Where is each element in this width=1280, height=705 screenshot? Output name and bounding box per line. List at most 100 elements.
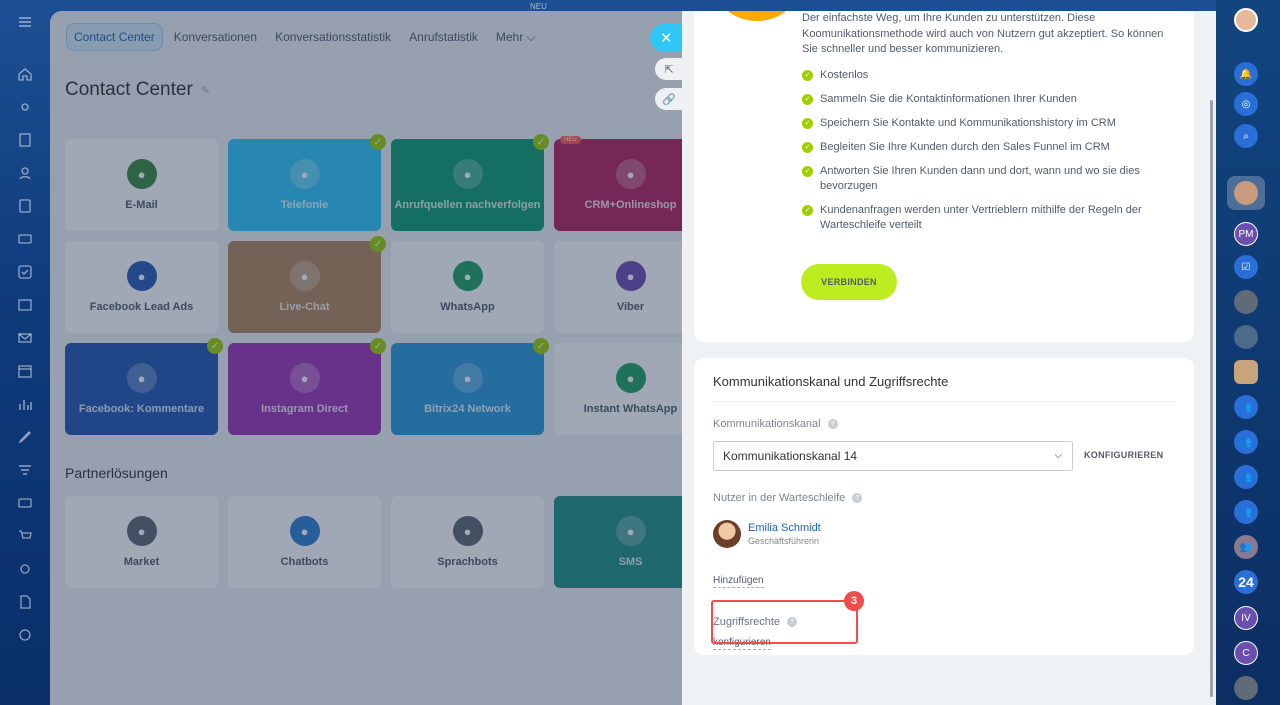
- channel-info-card: Der einfachste Weg, um Ihre Kunden zu un…: [694, 11, 1194, 342]
- channel-tile[interactable]: ● Instant WhatsApp: [554, 343, 690, 435]
- group-avatar[interactable]: [1234, 325, 1258, 349]
- channel-tile[interactable]: ● Live-Chat ✓: [228, 236, 386, 333]
- channel-tile[interactable]: ● Chatbots: [228, 496, 381, 588]
- left-rail: [0, 0, 50, 705]
- channel-tile-label: Instant WhatsApp: [583, 403, 678, 415]
- channel-tile[interactable]: ● Viber: [554, 241, 690, 333]
- help-icon[interactable]: ?: [827, 419, 838, 429]
- channel-tile[interactable]: ● Sprachbots: [391, 496, 544, 588]
- benefit-item: ✓ Sammeln Sie die Kontaktinformationen Ih…: [802, 92, 1182, 107]
- contacts-icon[interactable]: [14, 162, 36, 184]
- benefit-item: ✓ Begleiten Sie Ihre Kunden durch den Sal…: [802, 140, 1182, 155]
- crm-icon[interactable]: [14, 228, 36, 250]
- benefit-item: ✓ Antworten Sie Ihren Kunden dann und dor…: [802, 164, 1182, 194]
- channel-tile[interactable]: ● Facebook Lead Ads: [65, 241, 218, 333]
- group-icon[interactable]: 👥: [1234, 535, 1258, 559]
- channel-tile-label: WhatsApp: [440, 301, 495, 313]
- group-icon[interactable]: 👥: [1234, 500, 1258, 524]
- channel-tile[interactable]: ● Facebook: Kommentare ✓: [65, 338, 223, 435]
- channel-tile-label: Bitrix24 Network: [424, 403, 511, 415]
- target-icon[interactable]: ◎: [1234, 92, 1258, 116]
- avatar[interactable]: [1234, 676, 1258, 700]
- group-avatar[interactable]: [1234, 360, 1258, 384]
- tab-bar: Contact Center Konversationen Konversati…: [50, 11, 690, 63]
- file-icon[interactable]: [14, 591, 36, 613]
- channel-tile-label: Facebook: Kommentare: [78, 403, 205, 415]
- benefit-text: Antworten Sie Ihren Kunden dann und dort…: [820, 165, 1140, 192]
- benefit-item: ✓ Kostenlos: [802, 68, 1182, 83]
- home-icon[interactable]: [14, 63, 36, 85]
- channel-tile[interactable]: ● Market: [65, 496, 218, 588]
- add-user-link[interactable]: Hinzufügen: [713, 574, 764, 588]
- avatar-initials[interactable]: C: [1234, 641, 1258, 665]
- copy-link-icon[interactable]: 🔗: [655, 88, 683, 110]
- tab-konversationsstatistik[interactable]: Konversationsstatistik: [268, 24, 398, 50]
- tasks-icon[interactable]: [14, 129, 36, 151]
- channel-tile[interactable]: ● WhatsApp: [391, 241, 544, 333]
- channel-tile-label: Chatbots: [280, 556, 329, 568]
- page-title-text: Contact Center: [65, 79, 193, 100]
- channel-select[interactable]: Kommunikationskanal 14 ⌵: [713, 441, 1073, 471]
- group-avatar[interactable]: [1234, 290, 1258, 314]
- group-icon[interactable]: 👥: [1234, 395, 1258, 419]
- channel-description: Der einfachste Weg, um Ihre Kunden zu un…: [802, 12, 1164, 55]
- tasks-icon[interactable]: ☑: [1234, 255, 1258, 279]
- new-badge: NEU: [560, 136, 581, 144]
- channel-tile[interactable]: ● Instagram Direct ✓: [228, 338, 386, 435]
- gear-icon[interactable]: [14, 558, 36, 580]
- pen-icon[interactable]: [14, 426, 36, 448]
- avatar-initials[interactable]: PM: [1234, 222, 1258, 246]
- panel-scrollbar[interactable]: [1210, 100, 1213, 697]
- tab-mehr[interactable]: Mehr ⌵: [489, 24, 543, 51]
- avatar[interactable]: [1234, 8, 1258, 32]
- channel-select-value: Kommunikationskanal 14: [723, 449, 858, 463]
- bell-icon[interactable]: 🔔: [1234, 62, 1258, 86]
- filter-icon[interactable]: [14, 459, 36, 481]
- checkbox-icon[interactable]: [14, 261, 36, 283]
- page-title: Contact Center ✎: [65, 79, 210, 101]
- analytics-icon[interactable]: [14, 393, 36, 415]
- check-icon: ✓: [802, 205, 813, 216]
- phone-track-icon: ●: [452, 159, 483, 189]
- shop-icon: ●: [615, 159, 646, 189]
- help-icon[interactable]: ?: [852, 493, 863, 503]
- avatar[interactable]: [1234, 181, 1258, 205]
- tab-anrufstatistik[interactable]: Anrufstatistik: [402, 24, 485, 50]
- tab-konversationen[interactable]: Konversationen: [167, 24, 264, 50]
- instagram-icon: ●: [289, 363, 320, 393]
- menu-icon[interactable]: [14, 11, 36, 33]
- facebook-lead-icon: ●: [126, 261, 157, 291]
- viber-icon: ●: [615, 261, 646, 291]
- mail-icon[interactable]: [14, 327, 36, 349]
- channel-tile[interactable]: ● E-Mail: [65, 139, 218, 231]
- group-icon[interactable]: 👥: [1234, 465, 1258, 489]
- channel-field-label: Kommunikationskanal ?: [713, 418, 838, 430]
- benefit-text: Sammeln Sie die Kontaktinformationen Ihr…: [820, 93, 1077, 105]
- channel-tile[interactable]: ● SMS: [554, 496, 690, 588]
- close-slider-button[interactable]: ✕: [650, 24, 686, 52]
- documents-icon[interactable]: [14, 195, 36, 217]
- group-icon[interactable]: 👥: [1234, 430, 1258, 454]
- settings-icon[interactable]: [14, 96, 36, 118]
- counter-badge[interactable]: 24: [1234, 570, 1258, 594]
- card-icon[interactable]: [14, 492, 36, 514]
- search-chat-icon[interactable]: ⌕: [1234, 124, 1258, 148]
- open-new-window-icon[interactable]: ⇱: [655, 58, 683, 80]
- configure-button[interactable]: KONFIGURIEREN: [1084, 450, 1163, 460]
- calendar-board-icon[interactable]: [14, 294, 36, 316]
- clock-icon[interactable]: [14, 624, 36, 646]
- channel-tile[interactable]: ● CRM+Onlineshop NEU: [554, 136, 690, 231]
- pin-icon[interactable]: ✎: [201, 84, 210, 97]
- channel-settings-panel: Der einfachste Weg, um Ihre Kunden zu un…: [682, 11, 1216, 705]
- calendar-icon[interactable]: [14, 360, 36, 382]
- channel-tile[interactable]: ● Bitrix24 Network ✓: [391, 338, 549, 435]
- channel-access-card: Kommunikationskanal und Zugriffsrechte K…: [694, 358, 1194, 655]
- channel-tile[interactable]: ● Telefonie ✓: [228, 134, 386, 231]
- user-name[interactable]: Emilia Schmidt: [748, 522, 821, 534]
- connect-button[interactable]: VERBINDEN: [801, 264, 897, 300]
- avatar-initials[interactable]: IV: [1234, 606, 1258, 630]
- cart-icon[interactable]: [14, 525, 36, 547]
- channel-tile[interactable]: ● Anrufquellen nachverfolgen ✓: [391, 134, 549, 231]
- check-icon: ✓: [370, 236, 386, 252]
- tab-contact-center[interactable]: Contact Center: [66, 23, 163, 51]
